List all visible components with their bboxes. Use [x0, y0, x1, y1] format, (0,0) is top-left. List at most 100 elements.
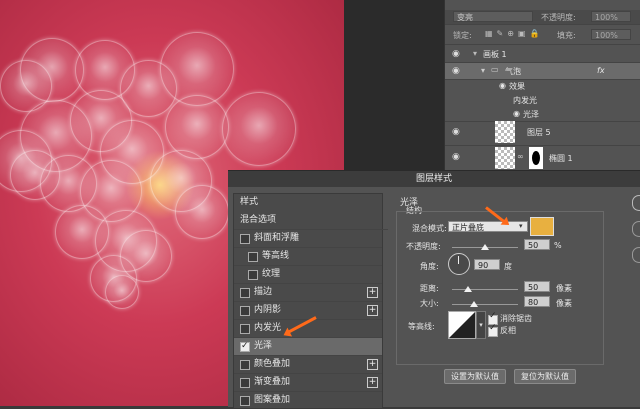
dialog-side-button[interactable] — [632, 247, 640, 263]
layer-name: 画板 1 — [483, 50, 507, 59]
contour-curve-icon — [449, 312, 475, 338]
dialog-side-button[interactable] — [632, 221, 640, 237]
blend-mode-label: 混合模式: — [412, 224, 447, 233]
checkbox[interactable] — [240, 234, 250, 244]
bubble — [175, 185, 229, 239]
eye-icon[interactable]: ◉ — [452, 127, 460, 137]
size-slider-track[interactable] — [452, 304, 518, 305]
blend-mode-select[interactable]: 正片叠底 — [448, 221, 528, 232]
style-item-gradient-overlay[interactable]: 渐变叠加 + — [234, 374, 382, 392]
set-default-button[interactable]: 设置为默认值 — [444, 369, 506, 384]
layer-name: 椭圆 1 — [549, 154, 573, 163]
layer-name: 气泡 — [505, 67, 521, 76]
layer-mask-thumbnail — [529, 147, 543, 169]
style-label: 斜面和浮雕 — [254, 233, 300, 243]
checkbox[interactable] — [248, 270, 258, 280]
checkbox[interactable] — [240, 360, 250, 370]
invert-checkbox[interactable] — [488, 323, 498, 337]
angle-input[interactable]: 90 — [474, 259, 500, 270]
disclosure-icon[interactable]: ▾ — [473, 49, 477, 58]
workspace-gutter — [344, 0, 444, 170]
distance-slider-track[interactable] — [452, 289, 518, 290]
layer-thumbnail — [495, 147, 515, 169]
style-label: 图案叠加 — [254, 395, 291, 405]
layer-row-bubbles-group[interactable]: ◉ ▾ ▭ 气泡 fx — [445, 63, 640, 80]
style-label: 渐变叠加 — [254, 377, 291, 387]
disclosure-icon[interactable]: ▾ — [481, 66, 485, 75]
style-label: 颜色叠加 — [254, 359, 291, 369]
contour-label: 等高线: — [408, 322, 435, 331]
effect-name: 内发光 — [513, 96, 537, 105]
blend-options-item[interactable]: 混合选项 — [234, 212, 388, 230]
layer-thumbnail — [495, 121, 515, 143]
opacity-input[interactable]: 100% — [591, 11, 631, 22]
distance-slider-knob[interactable] — [464, 286, 472, 292]
eye-icon[interactable]: ◉ — [452, 66, 460, 76]
styles-header[interactable]: 样式 — [234, 194, 388, 211]
pixel-unit: 像素 — [556, 284, 572, 293]
checkbox[interactable] — [240, 378, 250, 388]
style-label: 内阴影 — [254, 305, 282, 315]
style-item-inner-shadow[interactable]: 内阴影 + — [234, 302, 382, 320]
checkbox[interactable] — [240, 396, 250, 406]
style-item-bevel[interactable]: 斜面和浮雕 — [234, 230, 382, 248]
opacity-slider-knob[interactable] — [481, 244, 489, 250]
folder-icon: ▭ — [491, 65, 499, 74]
color-swatch[interactable] — [530, 217, 554, 236]
add-icon[interactable]: + — [367, 305, 378, 316]
eye-icon[interactable]: ◉ — [452, 49, 460, 59]
angle-dial[interactable] — [448, 253, 470, 275]
layers-panel: 变亮 不透明度: 100% 锁定: ▦✎⊕▣🔒 填充: 100% ◉ ▾ 画板 … — [444, 0, 640, 170]
opacity-label: 不透明度: — [406, 242, 441, 251]
bubble — [222, 92, 296, 166]
style-item-satin[interactable]: 光泽 — [234, 338, 382, 356]
style-item-stroke[interactable]: 描边 + — [234, 284, 382, 302]
eye-icon[interactable]: ◉ — [513, 109, 520, 118]
checkbox[interactable] — [248, 252, 258, 262]
angle-dial-needle — [458, 256, 459, 264]
effects-label: 效果 — [509, 82, 525, 91]
eye-icon[interactable]: ◉ — [452, 152, 460, 162]
opacity-input[interactable]: 50 — [524, 239, 550, 250]
style-item-texture[interactable]: 纹理 — [234, 266, 382, 284]
layer-row-ellipse1[interactable]: ◉ ∞ 椭圆 1 — [445, 146, 640, 170]
style-list: 样式 混合选项 斜面和浮雕 等高线 纹理 描边 + 内阴影 + 内发光 ✓ 光泽… — [233, 193, 388, 409]
distance-label: 距离: — [420, 284, 439, 293]
size-label: 大小: — [420, 299, 439, 308]
effect-inner-glow-row[interactable]: 内发光 — [445, 94, 640, 107]
invert-label: 反相 — [500, 326, 516, 335]
contour-dropdown-chevron-icon[interactable]: ▾ — [476, 311, 486, 339]
blend-mode-select[interactable]: 变亮 — [453, 11, 533, 22]
contour-preview[interactable] — [448, 311, 476, 339]
fx-icon[interactable]: fx — [597, 66, 605, 75]
checkbox[interactable] — [240, 288, 250, 298]
style-item-pattern-overlay[interactable]: 图案叠加 — [234, 392, 382, 409]
distance-input[interactable]: 50 — [524, 281, 550, 292]
checkbox-checked[interactable] — [240, 338, 250, 355]
add-icon[interactable]: + — [367, 377, 378, 388]
style-label: 纹理 — [262, 269, 281, 279]
blend-row: 变亮 不透明度: 100% — [445, 10, 640, 25]
style-label: 内发光 — [254, 323, 282, 333]
effects-row[interactable]: ◉ 效果 — [445, 80, 640, 93]
style-item-color-overlay[interactable]: 颜色叠加 + — [234, 356, 382, 374]
add-icon[interactable]: + — [367, 287, 378, 298]
dialog-side-button[interactable] — [632, 195, 640, 211]
eye-icon[interactable]: ◉ — [499, 81, 506, 90]
layer-row-artboard[interactable]: ◉ ▾ 画板 1 — [445, 46, 640, 63]
checkbox[interactable] — [240, 306, 250, 316]
angle-label: 角度: — [420, 262, 439, 271]
add-icon[interactable]: + — [367, 359, 378, 370]
checkbox[interactable] — [240, 324, 250, 334]
layer-row-layer5[interactable]: ◉ 图层 5 — [445, 119, 640, 146]
lock-icons[interactable]: ▦✎⊕▣🔒 — [485, 29, 543, 38]
reset-default-button[interactable]: 复位为默认值 — [514, 369, 576, 384]
size-input[interactable]: 80 — [524, 296, 550, 307]
dialog-title: 图层样式 — [228, 171, 640, 187]
size-slider-knob[interactable] — [470, 301, 478, 307]
degree-unit: 度 — [504, 262, 512, 271]
fill-input[interactable]: 100% — [591, 29, 631, 40]
layer-style-dialog: 图层样式 样式 混合选项 斜面和浮雕 等高线 纹理 描边 + 内阴影 + 内发光 — [228, 170, 640, 409]
link-icon: ∞ — [517, 152, 524, 161]
style-item-contour[interactable]: 等高线 — [234, 248, 382, 266]
